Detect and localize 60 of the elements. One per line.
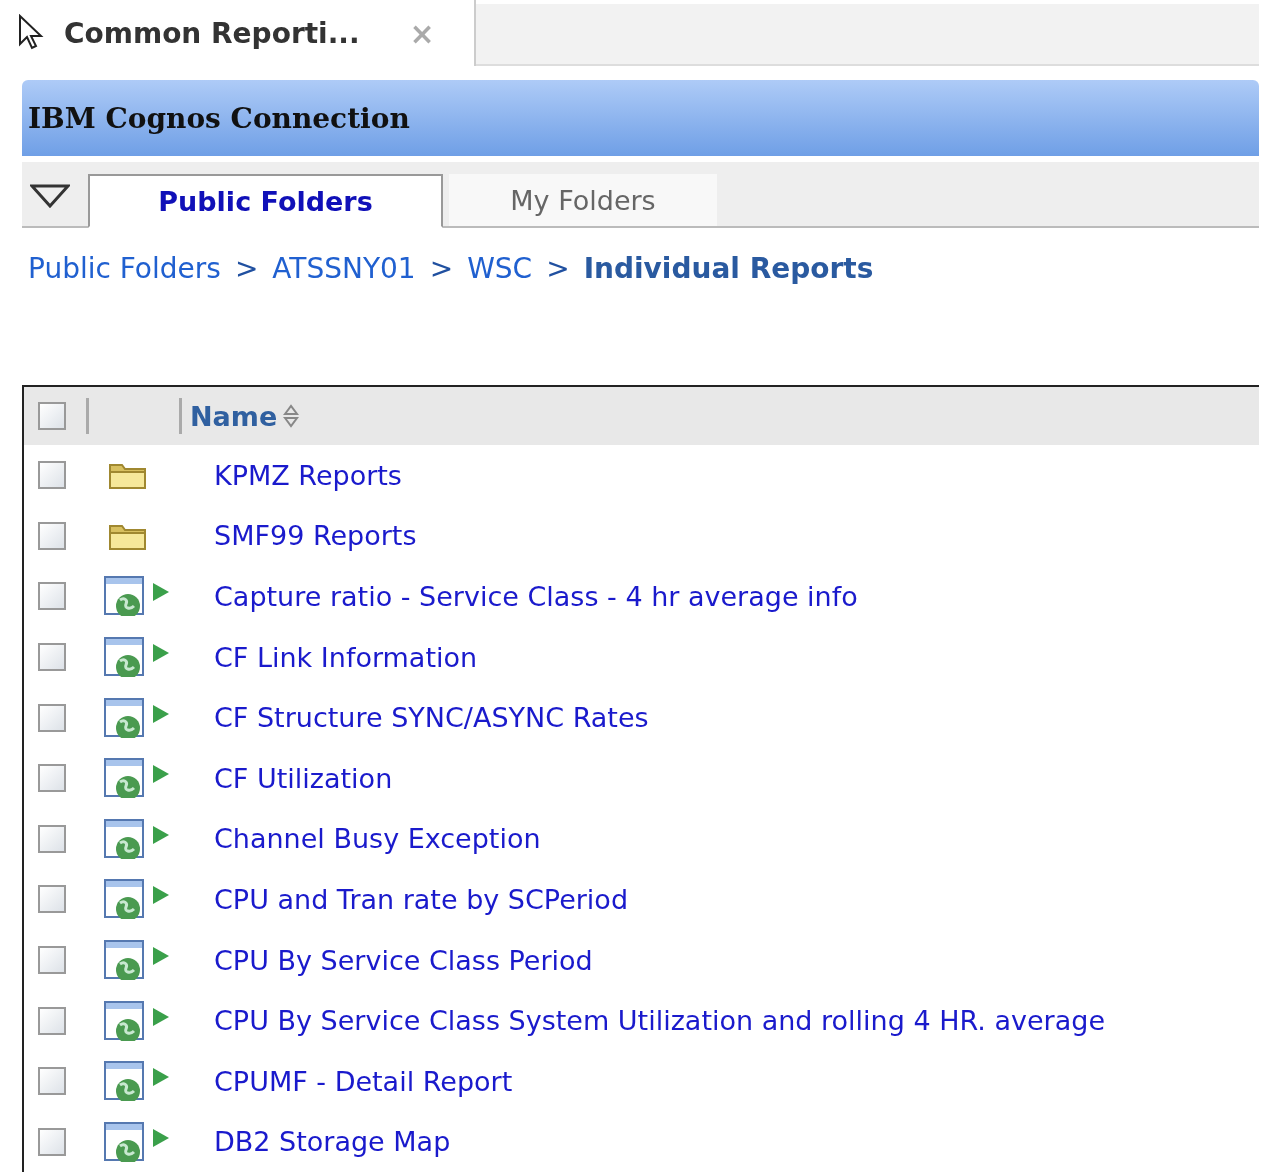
report-link[interactable]: DB2 Storage Map — [214, 1126, 451, 1158]
run-icon[interactable] — [152, 1067, 170, 1088]
run-icon[interactable] — [152, 1127, 170, 1148]
row-checkbox[interactable] — [38, 764, 66, 793]
run-icon[interactable] — [152, 643, 170, 664]
dropdown-triangle-icon[interactable] — [30, 184, 70, 208]
report-link[interactable]: CPU By Service Class Period — [214, 944, 593, 976]
report-link[interactable]: CF Structure SYNC/ASYNC Rates — [214, 702, 649, 734]
report-link[interactable]: CPU and Tran rate by SCPeriod — [214, 883, 629, 915]
row-checkbox[interactable] — [38, 521, 66, 550]
report-globe-icon — [104, 1121, 146, 1162]
folder-tab[interactable]: My Folders — [449, 174, 717, 226]
folder-link[interactable]: KPMZ Reports — [214, 459, 402, 491]
run-icon[interactable] — [152, 946, 170, 967]
row-checkbox[interactable] — [38, 946, 66, 975]
report-globe-icon — [104, 818, 146, 859]
row-checkbox[interactable] — [38, 582, 66, 611]
report-link[interactable]: Channel Busy Exception — [214, 823, 541, 855]
row-checkbox[interactable] — [38, 1006, 66, 1035]
run-icon[interactable] — [152, 764, 170, 785]
run-icon[interactable] — [152, 582, 170, 603]
report-link[interactable]: Capture ratio - Service Class - 4 hr average info — [214, 581, 858, 612]
run-icon[interactable] — [152, 824, 170, 845]
breadcrumb-link[interactable]: WSC — [467, 252, 533, 285]
run-icon[interactable] — [152, 703, 170, 724]
cursor-icon — [18, 14, 46, 50]
name-column-header[interactable]: Name — [190, 400, 278, 432]
breadcrumb-separator: > — [546, 252, 570, 285]
report-globe-icon — [104, 576, 146, 617]
folder-link[interactable]: SMF99 Reports — [214, 520, 417, 552]
breadcrumb-link[interactable]: Public Folders — [28, 252, 221, 285]
app-title: IBM Cognos Connection — [28, 101, 410, 135]
run-icon[interactable] — [152, 1006, 170, 1027]
report-link[interactable]: CF Link Information — [214, 641, 478, 673]
report-globe-icon — [104, 758, 146, 799]
report-globe-icon — [104, 1061, 146, 1102]
report-globe-icon — [104, 879, 146, 920]
sort-icon[interactable] — [283, 404, 300, 428]
select-all-checkbox[interactable] — [38, 402, 66, 430]
report-link[interactable]: CPU By Service Class System Utilization and rolling 4 HR. average — [214, 1005, 1105, 1037]
report-globe-icon — [104, 637, 146, 678]
breadcrumb-link[interactable]: ATSSNY01 — [272, 252, 416, 285]
browser-tab-title: Common Reporti... — [64, 16, 360, 50]
row-checkbox[interactable] — [38, 643, 66, 672]
report-globe-icon — [104, 940, 146, 981]
row-checkbox[interactable] — [38, 461, 66, 490]
report-link[interactable]: CPUMF - Detail Report — [214, 1065, 513, 1097]
breadcrumb-separator: > — [429, 252, 454, 285]
row-checkbox[interactable] — [38, 1067, 66, 1096]
row-checkbox[interactable] — [38, 1127, 66, 1156]
row-checkbox[interactable] — [38, 824, 66, 853]
report-globe-icon — [104, 1000, 146, 1041]
breadcrumb-link[interactable]: Individual Reports — [583, 252, 874, 285]
report-globe-icon — [104, 697, 146, 738]
report-link[interactable]: CF Utilization — [214, 762, 393, 794]
run-icon[interactable] — [152, 885, 170, 906]
row-checkbox[interactable] — [38, 703, 66, 732]
folder-tab[interactable]: Public Folders — [88, 174, 443, 228]
row-checkbox[interactable] — [38, 885, 66, 914]
breadcrumb-separator: > — [234, 252, 259, 285]
